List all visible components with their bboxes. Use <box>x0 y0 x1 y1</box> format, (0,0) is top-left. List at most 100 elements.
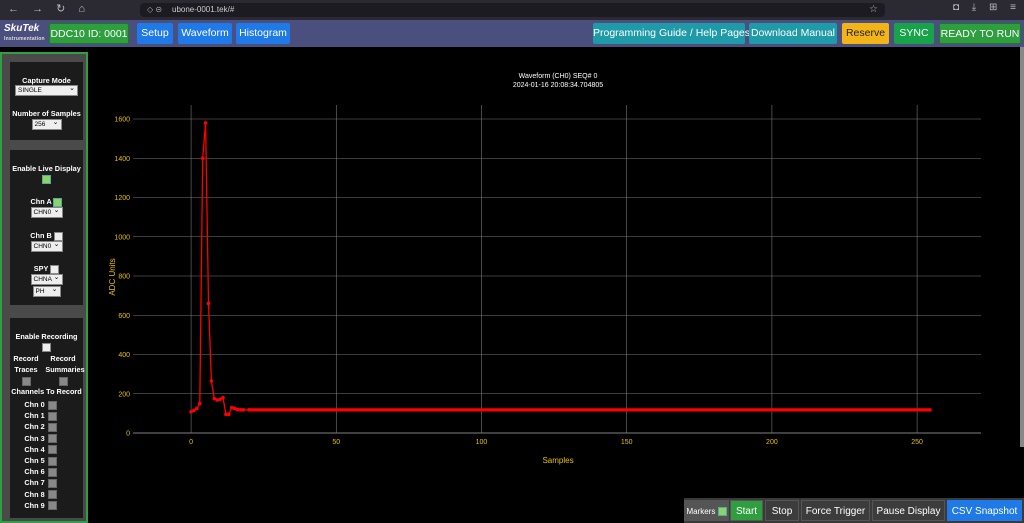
back-icon[interactable]: ← <box>8 3 19 15</box>
channel-label: Chn 8 <box>24 489 45 499</box>
x-axis-label: Samples <box>542 456 573 465</box>
channel-row: Chn 9 <box>4 501 77 511</box>
url-text: ubone-0001.tek/# <box>172 5 235 14</box>
markers-toggle[interactable]: Markers <box>684 500 729 521</box>
bookmark-star-icon[interactable]: ☆ <box>869 3 878 17</box>
chart-subtitle: 2024-01-16 20:08:34.704805 <box>513 82 603 89</box>
reserve-button[interactable]: Reserve <box>842 23 889 44</box>
markers-checkbox[interactable] <box>717 507 727 517</box>
device-id-badge: DDC10 ID: 0001 <box>49 23 129 44</box>
channel-checkbox[interactable] <box>47 422 57 432</box>
record-summaries-label-1: Record <box>50 354 76 363</box>
capture-mode-select[interactable]: SINGLE <box>15 84 78 96</box>
record-traces-label-2: Traces <box>14 365 38 374</box>
y-axis-label: ADC Units <box>108 258 117 295</box>
download-manual-button[interactable]: Download Manual <box>749 23 837 44</box>
home-icon[interactable]: ⌂ <box>78 3 85 15</box>
live-display-label: Enable Live Display <box>12 164 81 173</box>
pocket-icon[interactable]: ◘ <box>953 2 959 13</box>
channel-row: Chn 5 <box>4 456 77 466</box>
channel-checkbox[interactable] <box>47 411 57 421</box>
channel-label: Chn 4 <box>24 444 45 454</box>
y-tick-label: 0 <box>126 431 130 438</box>
channel-checkbox[interactable] <box>47 400 57 410</box>
browser-toolbar: ← → ↻ ⌂ ◇ ⊝ ubone-0001.tek/# ☆ ◘ ⤓ ⊞ ≡ <box>0 0 1024 20</box>
sync-button[interactable]: SYNC <box>894 23 934 44</box>
control-sidebar: Capture Mode SINGLE Number of Samples 25… <box>0 52 88 523</box>
recording-checkbox[interactable] <box>42 342 51 352</box>
data-point <box>221 395 225 400</box>
x-tick-label: 250 <box>911 439 923 446</box>
forward-icon[interactable]: → <box>32 3 43 15</box>
x-tick-label: 0 <box>189 439 193 446</box>
record-traces-label-1: Record <box>13 354 39 363</box>
record-summaries-label-2: Summaries <box>45 365 85 374</box>
stop-button[interactable]: Stop <box>765 500 799 521</box>
channel-checkbox[interactable] <box>47 478 57 488</box>
setup-button[interactable]: Setup <box>137 23 173 44</box>
skutek-logo: SkuTek Instrumentation <box>4 23 45 43</box>
url-bar[interactable]: ◇ ⊝ ubone-0001.tek/# ☆ <box>140 3 885 17</box>
app-header: SkuTek Instrumentation DDC10 ID: 0001 Se… <box>0 20 1024 47</box>
channel-checkbox[interactable] <box>47 445 57 455</box>
y-tick-label: 600 <box>118 313 130 320</box>
pause-display-button[interactable]: Pause Display <box>872 500 945 521</box>
y-tick-label: 200 <box>118 391 130 398</box>
logo-main-text: SkuTek <box>4 23 40 34</box>
chn-b-label: Chn B <box>30 231 52 240</box>
y-tick-label: 1600 <box>114 117 130 124</box>
channel-label: Chn 9 <box>24 500 45 510</box>
channel-label: Chn 0 <box>24 400 45 409</box>
x-tick-label: 50 <box>332 439 340 446</box>
series-ch0 <box>189 121 932 417</box>
force-trigger-button[interactable]: Force Trigger <box>801 500 870 521</box>
chart-ticks: 0 200 400 600 800 1000 1200 1400 1600 0 50 100 150 20… <box>114 117 923 447</box>
csv-snapshot-button[interactable]: CSV Snapshot <box>947 500 1022 521</box>
channel-label: Chn 6 <box>24 467 45 477</box>
data-point <box>195 406 199 411</box>
recording-panel: Enable Recording Record Record Traces Su… <box>10 318 85 518</box>
shield-icon: ◇ ⊝ <box>147 5 163 14</box>
channel-checkbox[interactable] <box>47 490 57 500</box>
live-display-panel: Enable Live Display Chn A CHN0 Chn B CHN… <box>10 150 83 305</box>
spy-source-select[interactable]: CHNA <box>30 273 63 285</box>
record-summaries-checkbox[interactable] <box>58 376 68 386</box>
ready-to-run-status: READY TO RUN <box>939 23 1021 44</box>
num-samples-select[interactable]: 256 <box>31 118 62 130</box>
page-scrollbar[interactable] <box>1020 47 1024 447</box>
browser-actions: ◘ ⤓ ⊞ ≡ <box>943 2 1016 13</box>
chn-b-select[interactable]: CHN0 <box>30 240 63 252</box>
x-tick-label: 150 <box>621 439 633 446</box>
channel-label: Chn 1 <box>24 411 45 421</box>
chn-a-select[interactable]: CHN0 <box>30 206 63 218</box>
reload-icon[interactable]: ↻ <box>56 3 65 15</box>
y-tick-label: 800 <box>118 274 130 281</box>
chn-a-label: Chn A <box>30 197 52 206</box>
channel-checkbox[interactable] <box>47 456 57 466</box>
programming-guide-button[interactable]: Programming Guide / Help Pages <box>593 23 750 44</box>
live-display-checkbox[interactable] <box>42 174 51 184</box>
extensions-icon[interactable]: ⊞ <box>989 2 997 13</box>
channel-checkbox[interactable] <box>47 467 57 477</box>
data-point <box>241 408 246 412</box>
channel-row: Chn 1 <box>4 411 77 421</box>
histogram-button[interactable]: Histogram <box>236 23 290 44</box>
channel-label: Chn 2 <box>24 422 45 432</box>
channel-row: Chn 4 <box>4 445 77 455</box>
menu-icon[interactable]: ≡ <box>1010 2 1016 13</box>
waveform-line <box>190 122 932 416</box>
waveform-button[interactable]: Waveform <box>178 23 232 44</box>
browser-nav: ← → ↻ ⌂ <box>8 2 95 15</box>
record-traces-checkbox[interactable] <box>21 376 31 386</box>
channel-checkbox[interactable] <box>47 434 57 444</box>
start-button[interactable]: Start <box>730 500 763 521</box>
download-icon[interactable]: ⤓ <box>972 2 976 13</box>
spy-mode-select[interactable]: PH <box>32 285 61 297</box>
chart-title: Waveform (CH0) SEQ# 0 <box>519 73 598 80</box>
channel-label: Chn 7 <box>24 478 45 488</box>
channel-row: Chn 6 <box>4 467 77 477</box>
channel-label: Chn 3 <box>24 433 45 443</box>
y-tick-label: 400 <box>118 352 130 359</box>
channel-row: Chn 7 <box>4 478 77 488</box>
channel-checkbox[interactable] <box>47 501 57 511</box>
